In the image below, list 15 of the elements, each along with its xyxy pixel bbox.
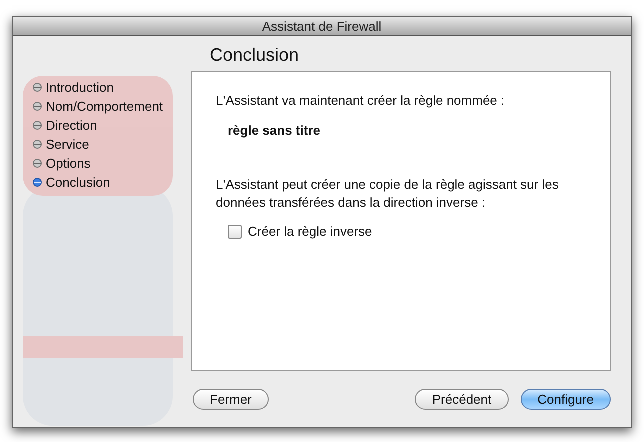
dialog-button[interactable]: Précédent <box>415 388 509 410</box>
dialog-button[interactable]: Configure <box>520 388 611 410</box>
step-item: Nom/Comportement <box>33 98 191 115</box>
dialog-button[interactable]: Fermer <box>193 388 269 410</box>
page-heading: Conclusion <box>210 45 300 67</box>
step-item: Direction <box>33 117 191 134</box>
step-item: Options <box>33 155 191 172</box>
step-item: Introduction <box>33 79 191 96</box>
intro-text: L'Assistant va maintenant créer la règle nommée : <box>216 92 506 110</box>
window-title: Assistant de Firewall <box>13 17 631 36</box>
reverse-rule-checkbox[interactable]: Créer la règle inverse <box>228 224 372 239</box>
rule-name: règle sans titre <box>228 122 322 140</box>
step-item: Service <box>33 136 191 153</box>
step-item: Conclusion <box>33 174 191 191</box>
description-text: L'Assistant peut créer une copie de la règle agissant sur les données transférées dans la direction inverse : <box>216 176 560 212</box>
